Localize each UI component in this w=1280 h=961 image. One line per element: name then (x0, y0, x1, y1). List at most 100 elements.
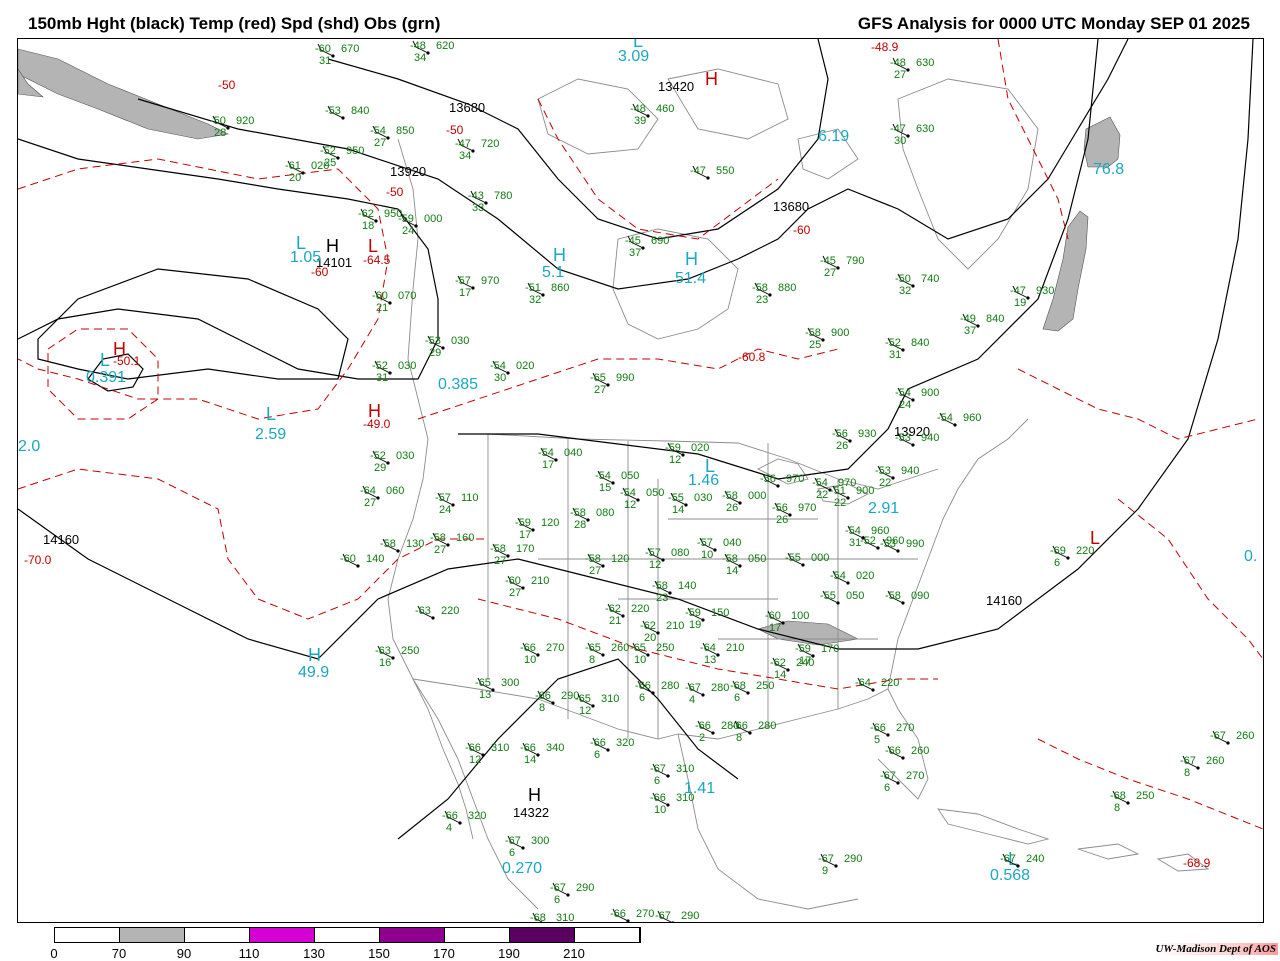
station-plot: -56 970 (760, 473, 804, 488)
station-height: 900 (921, 387, 939, 399)
station-temp: -47 (455, 138, 471, 150)
speed-center-label: 49.9 (298, 664, 329, 681)
station-height: 320 (468, 810, 486, 822)
station-height: 930 (1036, 285, 1054, 297)
station-temp: -48 (890, 57, 906, 69)
station-plot: -58 160 27 (430, 532, 474, 556)
station-height: 270 (636, 908, 654, 920)
temp-label: -70.0 (24, 553, 52, 567)
speed-center-label: 0.270 (502, 860, 542, 877)
station-height: 150 (711, 607, 729, 619)
station-spread: 31 (889, 349, 901, 361)
station-temp: -57 (645, 547, 661, 559)
station-height: 030 (398, 360, 416, 372)
station-height: 620 (436, 40, 454, 52)
station-height: 080 (596, 507, 614, 519)
station-spread: 19 (689, 619, 701, 631)
station-height: 070 (398, 290, 416, 302)
station-height: 020 (691, 442, 709, 454)
station-height: 900 (856, 485, 874, 497)
height-label: 13680 (773, 199, 809, 214)
colorbar-segment (380, 928, 445, 942)
station-height: 970 (798, 502, 816, 514)
speed-center-label: 51.4 (675, 270, 706, 287)
station-height: 900 (831, 327, 849, 339)
station-plot: -66 340 14 (520, 742, 564, 766)
station-spread: 23 (656, 592, 668, 604)
station-height: 840 (986, 313, 1004, 325)
station-temp: -68 (730, 680, 746, 692)
station-plot: -56 930 26 (832, 428, 876, 452)
station-temp: -54 (937, 412, 953, 424)
station-temp: -67 (655, 910, 671, 922)
temp-contour-8 (997, 39, 1069, 240)
height-contour-14101-ring (37, 268, 349, 380)
station-height: 170 (821, 643, 839, 655)
station-temp: -65 (575, 693, 591, 705)
station-height: 060 (386, 485, 404, 497)
weather-map: 13680 13920 14101 13920 13680 14160 1416… (17, 38, 1264, 923)
station-plot: -54 020 30 (490, 360, 534, 384)
station-height: 050 (748, 553, 766, 565)
station-plot: -62 21020 (640, 620, 684, 644)
station-plot: -58 140 23 (652, 580, 696, 604)
pressure-center-letter: H (113, 339, 126, 359)
station-temp: -54 (620, 487, 636, 499)
colorbar-tick-label: 130 (303, 946, 325, 961)
station-plot: -58 880 23 (752, 282, 796, 306)
height-label: 13920 (390, 164, 426, 179)
station-spread: 6 (1054, 557, 1060, 569)
station-height: 240 (1026, 853, 1044, 865)
station-height: 860 (551, 282, 569, 294)
station-height: 310 (676, 763, 694, 775)
station-spread: 27 (594, 384, 606, 396)
height-contours (18, 39, 1254, 840)
station-temp: -50 (895, 273, 911, 285)
station-spread: 21 (376, 302, 388, 314)
station-height: 140 (366, 553, 384, 565)
station-spread: 29 (374, 462, 386, 474)
station-temp: -58 (805, 327, 821, 339)
station-temp: -62 (770, 657, 786, 669)
station-height: 740 (921, 273, 939, 285)
speed-center-label: 0.391 (86, 369, 126, 386)
station-spread: 10 (654, 804, 666, 816)
station-temp: -47 (890, 123, 906, 135)
station-spread: 25 (809, 339, 821, 351)
station-spread: 24 (899, 399, 911, 411)
station-plot: -47 630 30 (890, 123, 934, 147)
station-spread: 6 (639, 692, 645, 704)
station-plot: -68 250 8 (1110, 790, 1154, 814)
station-temp: -66 (590, 737, 606, 749)
station-height: 020 (311, 160, 329, 172)
station-spread: 30 (894, 135, 906, 147)
station-height: 020 (856, 570, 874, 582)
station-plot: -66 280 6 (635, 680, 679, 704)
station-height: 280 (661, 680, 679, 692)
temp-contour-1 (18, 158, 389, 420)
station-temp: -62 (640, 620, 656, 632)
station-plot: -58 900 25 (805, 327, 849, 351)
station-plot: -65 300 13 (475, 677, 519, 701)
station-temp: -66 (885, 745, 901, 757)
station-dot (396, 549, 400, 553)
station-height: 050 (621, 470, 639, 482)
station-height: 000 (748, 490, 766, 502)
pressure-center-letter: H (368, 401, 381, 421)
station-plot: -67 290 6 (550, 882, 594, 906)
station-plot: -47 550 (690, 165, 734, 180)
station-plot: -52 030 31 (372, 360, 416, 384)
station-spread: 17 (519, 529, 531, 541)
station-height: 290 (844, 853, 862, 865)
speed-center-labels: 3.09 6.19 1.05 0.391 2.59 2.0 5.1 51.4 0… (18, 48, 1257, 884)
temp-label: -68.9 (1183, 856, 1211, 870)
station-temp: -58 (885, 590, 901, 602)
station-spread: 10 (634, 654, 646, 666)
station-plot: -54 850 27 (370, 125, 414, 149)
height-label: 14322 (513, 805, 549, 820)
station-plot: -63 220 (415, 605, 459, 620)
station-plot: -60 670 31 (315, 43, 359, 67)
station-spread: 4 (446, 822, 452, 834)
station-temp: -56 (772, 502, 788, 514)
colorbar-tick-label: 190 (498, 946, 520, 961)
